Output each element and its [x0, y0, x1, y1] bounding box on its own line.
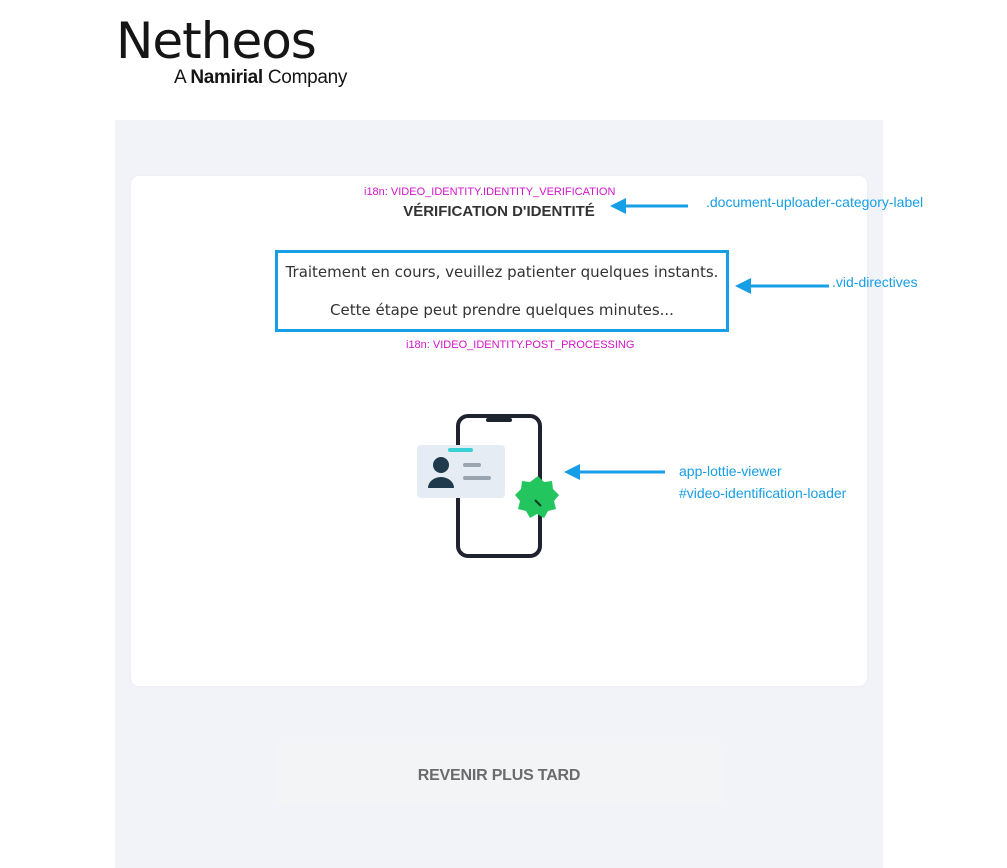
- logo-tagline-suffix: Company: [267, 67, 348, 88]
- directive-text-1: Traitement en cours, veuillez patienter …: [285, 263, 719, 281]
- id-card-icon: [417, 445, 505, 498]
- vid-directives: Traitement en cours, veuillez patienter …: [275, 250, 729, 332]
- logo-wordmark: Netheos: [116, 12, 317, 70]
- annotation-lottie-viewer: app-lottie-viewer: [679, 463, 782, 479]
- arrow-left-icon: [610, 198, 688, 214]
- logo-tagline: A Namirial Company: [174, 67, 347, 89]
- i18n-title-key: i18n: VIDEO_IDENTITY.IDENTITY_VERIFICATI…: [364, 186, 616, 198]
- i18n-directives-key: i18n: VIDEO_IDENTITY.POST_PROCESSING: [406, 339, 635, 351]
- arrow-left-icon: [735, 278, 829, 294]
- arrow-left-icon: [564, 464, 665, 480]
- annotation-category-label: .document-uploader-category-label: [706, 194, 924, 210]
- come-back-later-button[interactable]: REVENIR PLUS TARD: [276, 743, 722, 806]
- netheos-logo: Netheos A Namirial Company: [116, 14, 361, 94]
- logo-tagline-prefix: A: [174, 67, 186, 88]
- logo-tagline-company: Namirial: [190, 67, 263, 88]
- video-identification-loader: [417, 414, 559, 558]
- annotation-loader-id: #video-identification-loader: [679, 485, 847, 501]
- annotation-vid-directives: .vid-directives: [832, 274, 918, 290]
- directive-text-2: Cette étape peut prendre quelques minute…: [330, 301, 674, 319]
